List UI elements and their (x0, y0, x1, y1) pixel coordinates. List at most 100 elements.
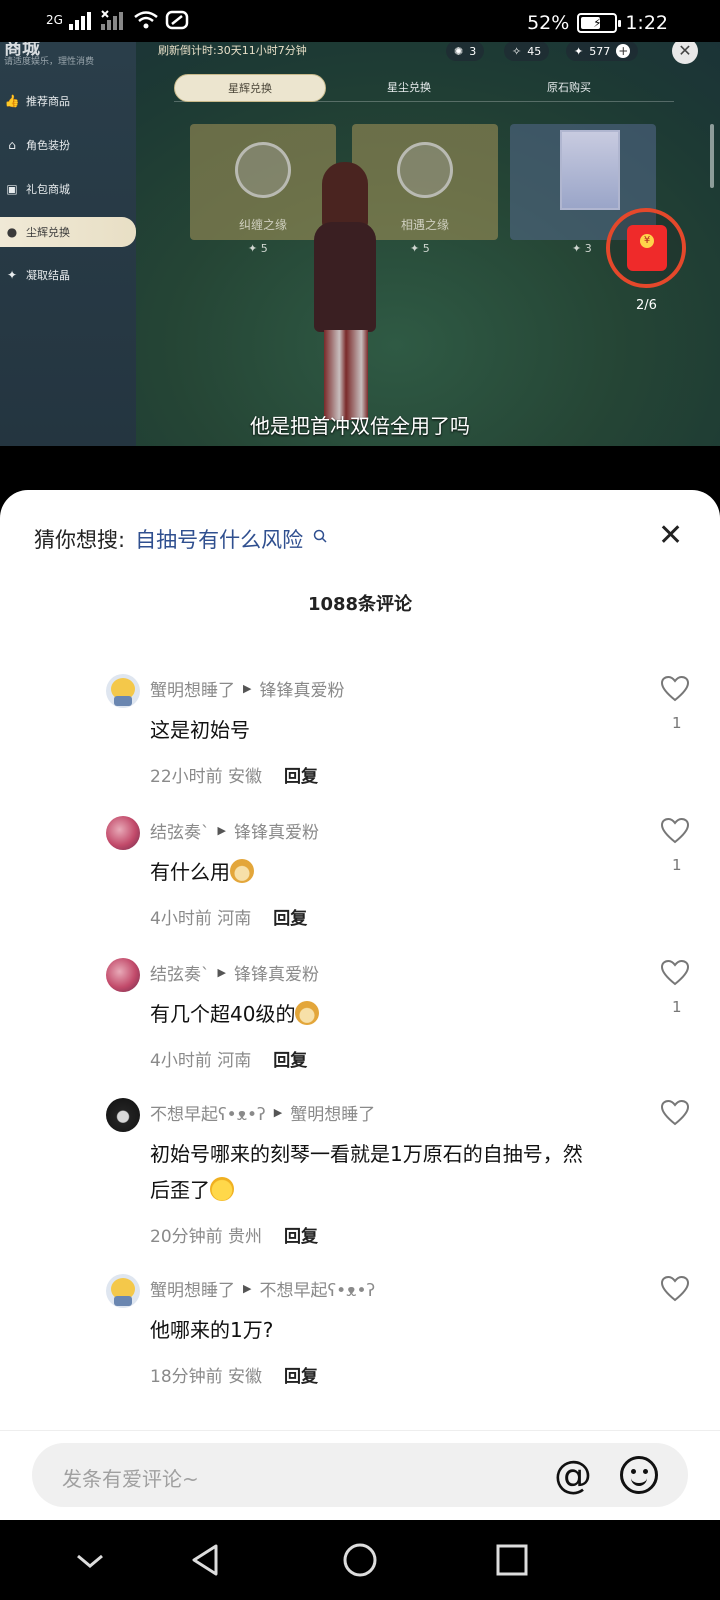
comment-count: 1088条评论 (307, 594, 413, 615)
character-portrait (560, 130, 620, 210)
sidebar-item-label: 推荐商品 (26, 95, 70, 108)
comment-author[interactable]: 蟹明想睡了 (150, 676, 235, 701)
reply-button[interactable]: 回复 (284, 1222, 318, 1247)
suggested-search-link[interactable]: 自抽号有什么风险 (135, 524, 303, 554)
gift-icon: ▣ (6, 182, 18, 196)
plus-icon: + (616, 44, 631, 58)
signal-off-icon (100, 10, 123, 30)
comment-time-location: 4小时前 河南 (150, 1051, 252, 1071)
nfc-icon (165, 10, 189, 30)
reply-to-author[interactable]: 蟹明想睡了 (290, 1100, 375, 1125)
close-icon: ✕ (672, 42, 698, 64)
game-tabs: 星辉兑换 星尘兑换 原石购买 (174, 74, 674, 102)
sidebar-item-crystal: ✦ 凝取结晶 (0, 260, 136, 290)
battery-percent: 52% (527, 12, 570, 34)
comment-authors: 不想早起ʕ•ᴥ•ʔ ▶ 蟹明想睡了 (150, 1100, 375, 1125)
shop-subtitle: 请适度娱乐，理性消费 (4, 57, 95, 67)
comment-meta: 22小时前 安徽 回复 (150, 762, 318, 787)
sidebar-item-label: 凝取结晶 (26, 269, 70, 282)
comment-time-location: 20分钟前 贵州 (150, 1227, 263, 1247)
reply-arrow-icon: ▶ (217, 966, 226, 979)
comment-meta: 4小时前 河南 回复 (150, 904, 307, 929)
comment-author[interactable]: 蟹明想睡了 (150, 1276, 235, 1301)
reply-to-author[interactable]: 锋锋真爱粉 (234, 818, 319, 843)
reply-to-author[interactable]: 不想早起ʕ•ᴥ•ʔ (259, 1276, 375, 1301)
reply-button[interactable]: 回复 (273, 904, 307, 929)
refresh-countdown: 刷新倒计时:30天11小时7分钟 (158, 44, 307, 57)
crying-emoji-icon (210, 1177, 234, 1201)
guess-label: 猜你想搜: (34, 528, 126, 552)
avatar[interactable] (106, 1098, 140, 1132)
comment-time-location: 18分钟前 安徽 (150, 1367, 263, 1387)
card-cost: ✦ 5 (248, 242, 268, 255)
battery-icon: ⚡ (577, 13, 622, 33)
comment-item: 结弦奏` ▶ 锋锋真爱粉 有什么用 4小时前 河南 回复 1 (0, 816, 720, 946)
comment-input[interactable]: 发条有爱评论~ @ (32, 1443, 688, 1507)
comment-text: 这是初始号 (150, 718, 250, 742)
doge-emoji-icon (295, 1001, 320, 1025)
crystal-icon: ✦ (6, 268, 18, 282)
home-icon[interactable] (340, 1540, 380, 1580)
comment-input-placeholder: 发条有爱评论~ (62, 1467, 199, 1491)
like-heart-icon[interactable] (660, 1274, 690, 1304)
wifi-icon (134, 11, 158, 29)
clock: 1:22 (625, 12, 668, 34)
comment-text: 有几个超40级的 (150, 996, 590, 1032)
like-heart-icon[interactable] (660, 1098, 690, 1128)
game-character (300, 162, 390, 446)
emoji-picker-icon[interactable] (620, 1456, 658, 1494)
sidebar-item-label: 礼包商城 (26, 183, 70, 196)
video-player[interactable]: 商城 请适度娱乐，理性消费 👍 推荐商品 ⌂ 角色装扮 ▣ 礼包商城 ● 尘辉兑… (0, 42, 720, 446)
currency-primogem: ✦ 577 + (566, 42, 639, 61)
comment-meta: 18分钟前 安徽 回复 (150, 1362, 318, 1387)
like-heart-icon[interactable] (660, 958, 690, 988)
like-count: 1 (672, 856, 682, 874)
comment-sheet: 猜你想搜: 自抽号有什么风险 ✕ 1088条评论 蟹明想睡了 ▶ 锋锋真爱粉 这… (0, 490, 720, 1520)
reply-arrow-icon: ▶ (243, 1282, 252, 1295)
navigation-bar (0, 1520, 720, 1600)
hanger-icon: ⌂ (8, 138, 16, 152)
close-button[interactable]: ✕ (658, 518, 683, 553)
tab-stardust: 星尘兑换 (387, 81, 431, 94)
stardust-icon: ✧ (512, 44, 522, 58)
chevron-down-icon[interactable] (70, 1540, 110, 1580)
reply-arrow-icon: ▶ (273, 1106, 283, 1119)
avatar[interactable] (106, 1274, 140, 1308)
game-sidebar: 商城 请适度娱乐，理性消费 👍 推荐商品 ⌂ 角色装扮 ▣ 礼包商城 ● 尘辉兑… (0, 42, 136, 446)
fate-icon: ✺ (454, 44, 464, 58)
signal-icon (68, 12, 91, 30)
mention-at-icon[interactable]: @ (554, 1453, 592, 1497)
game-scrollbar (710, 124, 714, 188)
suggested-search[interactable]: 猜你想搜: 自抽号有什么风险 (34, 524, 327, 554)
reply-to-author[interactable]: 锋锋真爱粉 (259, 676, 344, 701)
comment-item: 蟹明想睡了 ▶ 不想早起ʕ•ᴥ•ʔ 他哪来的1万? 18分钟前 安徽 回复 (0, 1274, 720, 1404)
avatar[interactable] (106, 958, 140, 992)
comment-author[interactable]: 结弦奏` (150, 960, 210, 985)
comment-item: 结弦奏` ▶ 锋锋真爱粉 有几个超40级的 4小时前 河南 回复 1 (0, 958, 720, 1088)
recents-icon[interactable] (492, 1540, 532, 1580)
red-packet-button[interactable] (606, 208, 686, 288)
like-count: 1 (672, 714, 682, 732)
red-packet-count: 2/6 (636, 298, 657, 313)
reply-button[interactable]: 回复 (273, 1046, 307, 1071)
tab-starglitter: 星辉兑换 (174, 74, 326, 102)
comment-time-location: 22小时前 安徽 (150, 767, 263, 787)
like-heart-icon[interactable] (660, 816, 690, 846)
primogem-icon: ✦ (574, 44, 584, 58)
comment-meta: 4小时前 河南 回复 (150, 1046, 307, 1071)
like-heart-icon[interactable] (660, 674, 690, 704)
comment-input-bar: 发条有爱评论~ @ (0, 1430, 720, 1520)
avatar[interactable] (106, 816, 140, 850)
reply-button[interactable]: 回复 (284, 1362, 318, 1387)
reply-button[interactable]: 回复 (284, 762, 318, 787)
avatar[interactable] (106, 674, 140, 708)
comment-authors: 蟹明想睡了 ▶ 锋锋真爱粉 (150, 676, 344, 701)
card-cost: ✦ 5 (410, 242, 430, 255)
comment-author[interactable]: 不想早起ʕ•ᴥ•ʔ (150, 1100, 266, 1125)
currency-fate: ✺ 3 (446, 42, 485, 61)
comment-text: 初始号哪来的刻琴一看就是1万原石的自抽号，然后歪了 (150, 1142, 583, 1202)
back-icon[interactable] (186, 1540, 226, 1580)
comment-item: 不想早起ʕ•ᴥ•ʔ ▶ 蟹明想睡了 初始号哪来的刻琴一看就是1万原石的自抽号，然… (0, 1098, 720, 1268)
reply-to-author[interactable]: 锋锋真爱粉 (234, 960, 319, 985)
comment-author[interactable]: 结弦奏` (150, 818, 210, 843)
